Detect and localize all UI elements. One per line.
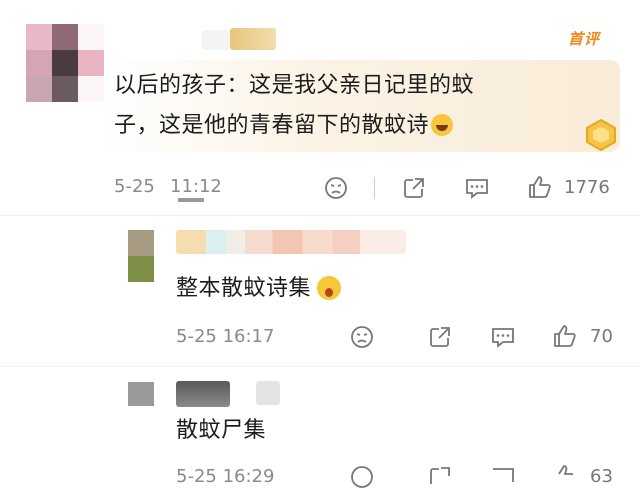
comment-date: 5-25: [114, 176, 155, 197]
share-icon[interactable]: [428, 325, 452, 349]
reply-text[interactable]: 散蚊尸集: [176, 412, 266, 444]
avatar[interactable]: [26, 24, 104, 102]
comment-time: 11:12: [170, 176, 222, 197]
reply-timestamp: 5-25 16:29: [176, 466, 275, 487]
comment-text-line1: 以后的孩子：这是我父亲日记里的蚊: [114, 73, 475, 98]
reply-text[interactable]: 整本散蚊诗集: [176, 270, 342, 302]
share-icon[interactable]: [402, 176, 426, 200]
comment-icon[interactable]: [464, 176, 490, 200]
reply-avatar[interactable]: [128, 382, 154, 406]
reply-text-content: 整本散蚊诗集: [176, 276, 312, 301]
thumbs-up-icon[interactable]: [527, 174, 553, 200]
separator: [0, 366, 640, 367]
first-comment-tag: 首评: [568, 30, 601, 48]
reply-like-count: 70: [590, 326, 613, 347]
surprised-emoji-icon: [317, 276, 342, 300]
laughing-emoji-icon: [431, 114, 454, 136]
dislike-face-icon[interactable]: [350, 465, 374, 489]
comment-icon[interactable]: [490, 325, 516, 349]
gold-badge-icon: [586, 118, 616, 152]
divider: [374, 177, 375, 199]
reply-like-count: 63: [590, 466, 613, 487]
dislike-face-icon[interactable]: [350, 325, 374, 349]
reply-timestamp: 5-25 16:17: [176, 326, 275, 347]
reply-avatar[interactable]: [128, 230, 154, 282]
level-badge: [256, 381, 280, 405]
comment-text-line2: 子，这是他的青春留下的散蚊诗: [114, 113, 430, 138]
thumbs-up-icon[interactable]: [552, 463, 578, 489]
like-count: 1776: [564, 177, 610, 198]
reply-username[interactable]: [176, 230, 406, 254]
comment-icon[interactable]: [490, 465, 516, 489]
reply-username[interactable]: [176, 381, 230, 407]
thumbs-up-icon[interactable]: [552, 323, 578, 349]
share-icon[interactable]: [428, 465, 452, 489]
time-underline: [178, 198, 204, 202]
comment-text[interactable]: 以后的孩子：这是我父亲日记里的蚊 子，这是他的青春留下的散蚊诗: [114, 66, 574, 146]
username[interactable]: [202, 30, 230, 50]
dislike-face-icon[interactable]: [324, 176, 348, 200]
separator: [0, 215, 640, 216]
level-badge: [230, 28, 276, 50]
